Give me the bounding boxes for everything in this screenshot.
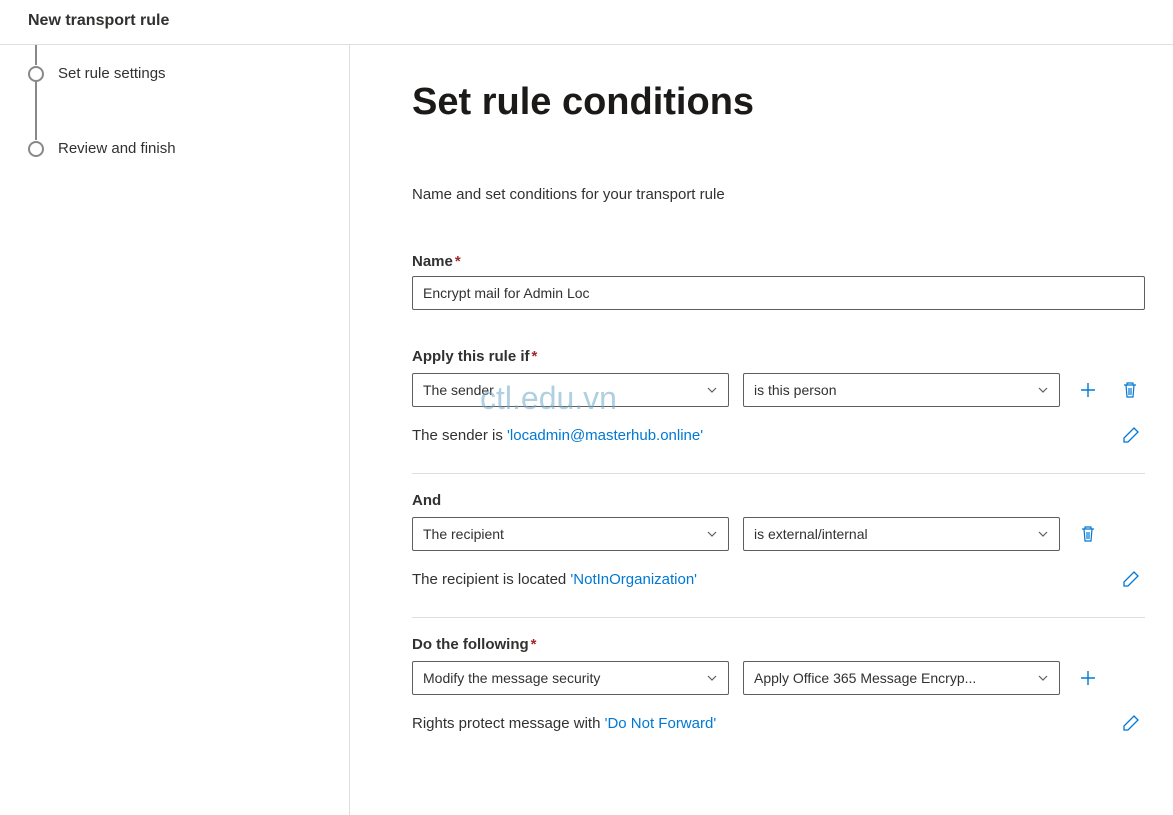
step-circle-icon bbox=[28, 66, 44, 82]
edit-condition1-button[interactable] bbox=[1117, 421, 1145, 449]
step-set-rule-settings[interactable]: Set rule settings bbox=[28, 65, 329, 82]
condition1-summary: The sender is 'locadmin@masterhub.online… bbox=[412, 427, 1117, 444]
rule-name-input[interactable] bbox=[412, 276, 1145, 310]
divider bbox=[412, 617, 1145, 618]
step-label: Review and finish bbox=[58, 140, 176, 157]
add-action-button[interactable] bbox=[1074, 664, 1102, 692]
chevron-down-icon bbox=[706, 672, 718, 684]
and-label: And bbox=[412, 492, 1145, 509]
subtitle: Name and set conditions for your transpo… bbox=[412, 186, 1145, 203]
chevron-down-icon bbox=[1037, 384, 1049, 396]
chevron-down-icon bbox=[1037, 528, 1049, 540]
delete-condition2-button[interactable] bbox=[1074, 520, 1102, 548]
heading: Set rule conditions bbox=[412, 81, 1145, 124]
condition1-left-dropdown[interactable]: The sender bbox=[412, 373, 729, 407]
condition1-right-dropdown[interactable]: is this person bbox=[743, 373, 1060, 407]
do-following-label: Do the following* bbox=[412, 636, 1145, 653]
condition2-summary: The recipient is located 'NotInOrganizat… bbox=[412, 571, 1117, 588]
delete-condition-button[interactable] bbox=[1116, 376, 1144, 404]
step-circle-icon bbox=[28, 141, 44, 157]
step-connector bbox=[35, 82, 37, 140]
step-review-and-finish[interactable]: Review and finish bbox=[28, 140, 329, 157]
name-label: Name* bbox=[412, 253, 1145, 270]
apply-if-label: Apply this rule if* bbox=[412, 348, 1145, 365]
divider bbox=[412, 473, 1145, 474]
main-panel: Set rule conditions Name and set conditi… bbox=[350, 45, 1173, 815]
step-label: Set rule settings bbox=[58, 65, 166, 82]
edit-action-button[interactable] bbox=[1117, 709, 1145, 737]
add-condition-button[interactable] bbox=[1074, 376, 1102, 404]
condition2-left-dropdown[interactable]: The recipient bbox=[412, 517, 729, 551]
step-connector bbox=[35, 45, 37, 65]
chevron-down-icon bbox=[1037, 672, 1049, 684]
chevron-down-icon bbox=[706, 528, 718, 540]
page-title: New transport rule bbox=[0, 0, 1173, 45]
action-left-dropdown[interactable]: Modify the message security bbox=[412, 661, 729, 695]
edit-condition2-button[interactable] bbox=[1117, 565, 1145, 593]
action-right-dropdown[interactable]: Apply Office 365 Message Encryp... bbox=[743, 661, 1060, 695]
chevron-down-icon bbox=[706, 384, 718, 396]
action-summary: Rights protect message with 'Do Not Forw… bbox=[412, 715, 1117, 732]
condition2-right-dropdown[interactable]: is external/internal bbox=[743, 517, 1060, 551]
wizard-sidebar: Set rule settings Review and finish bbox=[0, 45, 350, 815]
